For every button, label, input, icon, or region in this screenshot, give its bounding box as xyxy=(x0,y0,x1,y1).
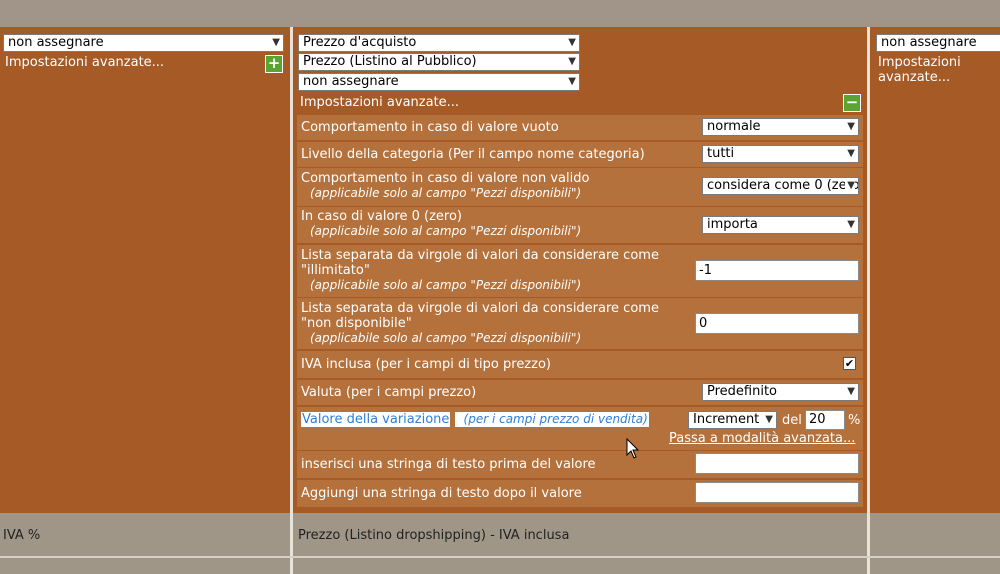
variation-amount-input[interactable]: 20 xyxy=(805,410,845,430)
middle-select-unassigned[interactable]: non assegnare ▼ xyxy=(298,73,580,91)
select-value: Predefinito xyxy=(707,384,778,399)
row-label-line2: "illimitato" xyxy=(301,263,370,278)
chevron-down-icon: ▼ xyxy=(845,217,855,233)
chevron-down-icon: ▼ xyxy=(566,54,576,70)
variation-type-select[interactable]: Increment ▼ xyxy=(688,411,777,429)
mouse-pointer-icon xyxy=(626,438,640,459)
row-note: (per i campi prezzo di vendita) xyxy=(454,412,649,427)
variation-label-link[interactable]: Valore della variazione xyxy=(301,412,451,427)
bottom-mid-label: Prezzo (Listino dropshipping) - IVA incl… xyxy=(298,528,570,543)
right-field-select[interactable]: non assegnare xyxy=(876,34,1000,52)
middle-select-public-price[interactable]: Prezzo (Listino al Pubblico) ▼ xyxy=(298,53,580,71)
right-field-select-value: non assegnare xyxy=(881,35,977,50)
variation-del-label: del xyxy=(782,413,802,428)
row-note: (applicabile solo al campo "Pezzi dispon… xyxy=(310,331,582,345)
row-label-text: In caso di valore 0 (zero) xyxy=(301,209,462,224)
row-vat-included: IVA inclusa (per i campi di tipo prezzo) xyxy=(297,351,863,378)
middle-advanced-settings-label[interactable]: Impostazioni avanzate... xyxy=(300,95,459,110)
row-label: In caso di valore 0 (zero) (applicabile … xyxy=(301,209,581,239)
prefix-text-input[interactable] xyxy=(695,453,859,474)
row-label-line1: Lista separata da virgole di valori da c… xyxy=(301,248,659,263)
category-level-select[interactable]: tutti ▼ xyxy=(702,145,859,163)
chevron-down-icon: ▼ xyxy=(845,146,855,162)
variation-percent-label: % xyxy=(848,413,861,428)
row-label: Comportamento in caso di valore non vali… xyxy=(301,171,589,201)
left-field-select[interactable]: non assegnare ▼ xyxy=(3,34,284,52)
row-label: Valuta (per i campi prezzo) xyxy=(301,385,477,400)
row-label: Aggiungi una stringa di testo dopo il va… xyxy=(301,486,582,501)
row-label: Valore della variazione (per i campi pre… xyxy=(301,412,649,427)
left-advanced-settings-label[interactable]: Impostazioni avanzate... xyxy=(5,55,164,70)
unavailable-values-input[interactable]: 0 xyxy=(695,313,859,334)
collapse-minus-icon[interactable]: − xyxy=(843,94,861,112)
row-label: IVA inclusa (per i campi di tipo prezzo) xyxy=(301,357,551,372)
row-label: Comportamento in caso di valore vuoto xyxy=(301,120,559,135)
select-value: importa xyxy=(707,217,758,232)
chevron-down-icon: ▼ xyxy=(270,35,280,51)
row-label-line2: "non disponibile" xyxy=(301,316,412,331)
bottom-left-label: IVA % xyxy=(3,528,41,543)
row-label: inserisci una stringa di testo prima del… xyxy=(301,457,596,472)
left-column xyxy=(0,27,290,513)
zero-value-behavior-select[interactable]: importa ▼ xyxy=(702,216,859,234)
left-field-select-value: non assegnare xyxy=(8,35,104,50)
vat-included-checkbox[interactable]: ✔ xyxy=(843,357,856,370)
select-value: non assegnare xyxy=(303,74,399,89)
chevron-down-icon: ▼ xyxy=(566,35,576,51)
chevron-down-icon: ▼ xyxy=(566,74,576,90)
row-label-text: Comportamento in caso di valore non vali… xyxy=(301,171,590,186)
row-note: (applicabile solo al campo "Pezzi dispon… xyxy=(310,186,582,200)
currency-select[interactable]: Predefinito ▼ xyxy=(702,383,859,401)
row-label: Lista separata da virgole di valori da c… xyxy=(301,248,659,293)
right-column xyxy=(870,27,1000,513)
chevron-down-icon: ▼ xyxy=(845,178,855,194)
chevron-down-icon: ▼ xyxy=(845,119,855,135)
select-value: considera come 0 (zero) xyxy=(707,178,859,193)
select-value: normale xyxy=(707,119,761,134)
right-advanced-settings-label[interactable]: Impostazioni avanzate... xyxy=(878,55,1000,85)
invalid-value-behavior-select[interactable]: considera come 0 (zero) ▼ xyxy=(702,177,859,195)
select-value: Prezzo (Listino al Pubblico) xyxy=(303,54,477,69)
row-label-line1: Lista separata da virgole di valori da c… xyxy=(301,301,659,316)
row-label: Lista separata da virgole di valori da c… xyxy=(301,301,659,346)
row-label: Livello della categoria (Per il campo no… xyxy=(301,147,645,162)
select-value: Increment xyxy=(693,412,760,427)
advanced-mode-link[interactable]: Passa a modalità avanzata... xyxy=(669,431,855,446)
unlimited-values-input[interactable]: -1 xyxy=(695,260,859,281)
chevron-down-icon: ▼ xyxy=(845,384,855,400)
top-bar xyxy=(0,0,1000,27)
middle-select-purchase-price[interactable]: Prezzo d'acquisto ▼ xyxy=(298,34,580,52)
row-note: (applicabile solo al campo "Pezzi dispon… xyxy=(310,278,582,292)
row-note: (applicabile solo al campo "Pezzi dispon… xyxy=(310,224,582,238)
empty-value-behavior-select[interactable]: normale ▼ xyxy=(702,118,859,136)
select-value: tutti xyxy=(707,146,735,161)
expand-plus-icon[interactable]: + xyxy=(265,55,283,73)
row-divider xyxy=(0,556,1000,558)
suffix-text-input[interactable] xyxy=(695,482,859,503)
select-value: Prezzo d'acquisto xyxy=(303,35,417,50)
chevron-down-icon: ▼ xyxy=(763,412,773,428)
